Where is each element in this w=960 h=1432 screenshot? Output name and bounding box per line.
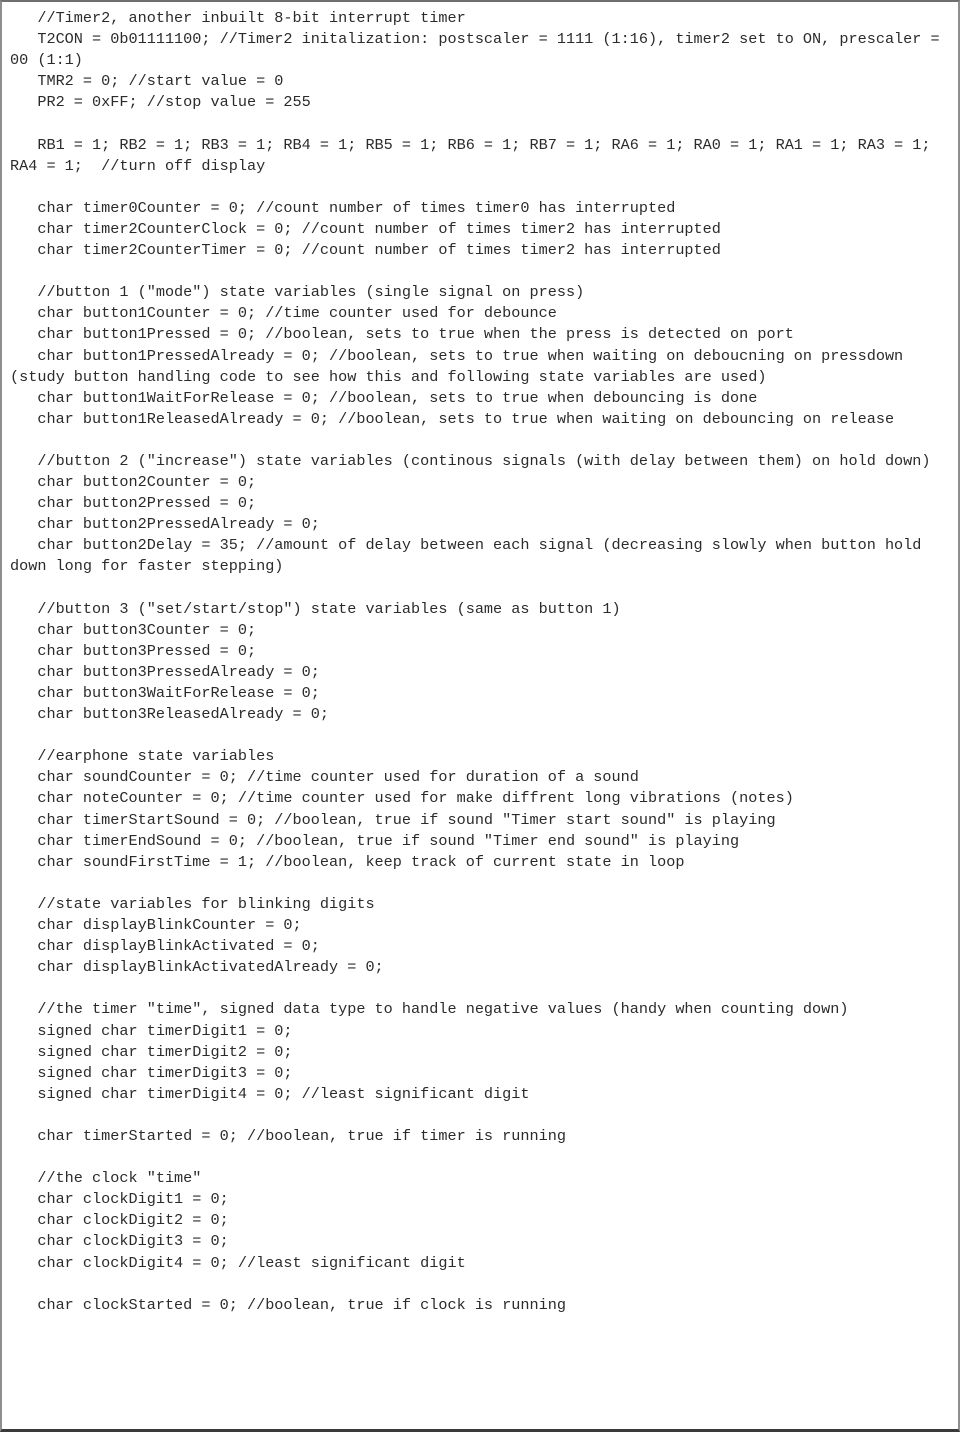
code-line: signed char timerDigit1 = 0; [10, 1021, 293, 1040]
code-line: TMR2 = 0; //start value = 0 [10, 72, 284, 91]
code-line: char button2PressedAlready = 0; [10, 515, 320, 534]
code-line: char clockDigit4 = 0; //least significan… [10, 1253, 466, 1272]
code-line: char button1PressedAlready = 0; //boolea… [10, 346, 913, 386]
code-line: char button1Pressed = 0; //boolean, sets… [10, 325, 794, 344]
code-line: char button3Counter = 0; [10, 620, 257, 639]
code-line: signed char timerDigit3 = 0; [10, 1063, 293, 1082]
code-line: //button 3 ("set/start/stop") state vari… [10, 599, 621, 618]
code-line: char button1WaitForRelease = 0; //boolea… [10, 388, 758, 407]
code-line: char button3Pressed = 0; [10, 641, 257, 660]
code-line: char button2Delay = 35; //amount of dela… [10, 536, 931, 576]
code-line: //the timer "time", signed data type to … [10, 1000, 849, 1019]
code-line: //the clock "time" [10, 1169, 202, 1188]
code-line: char button2Counter = 0; [10, 473, 257, 492]
code-line: char timerStarted = 0; //boolean, true i… [10, 1126, 566, 1145]
code-line: char soundFirstTime = 1; //boolean, keep… [10, 852, 685, 871]
code-line: char clockDigit2 = 0; [10, 1211, 229, 1230]
code-line: char noteCounter = 0; //time counter use… [10, 789, 794, 808]
code-line: char timerEndSound = 0; //boolean, true … [10, 831, 740, 850]
code-listing-page: //Timer2, another inbuilt 8-bit interrup… [0, 0, 960, 1432]
code-line: char displayBlinkActivatedAlready = 0; [10, 958, 384, 977]
code-line: PR2 = 0xFF; //stop value = 255 [10, 93, 311, 112]
code-line: //state variables for blinking digits [10, 894, 375, 913]
code-line: char displayBlinkActivated = 0; [10, 937, 320, 956]
code-line: //earphone state variables [10, 747, 275, 766]
code-line: char timer2CounterTimer = 0; //count num… [10, 241, 721, 260]
code-line: char clockStarted = 0; //boolean, true i… [10, 1295, 566, 1314]
code-line: char timer2CounterClock = 0; //count num… [10, 219, 721, 238]
code-line: char button3PressedAlready = 0; [10, 662, 320, 681]
code-line: char clockDigit1 = 0; [10, 1190, 229, 1209]
code-line: char button1Counter = 0; //time counter … [10, 304, 557, 323]
code-line: signed char timerDigit4 = 0; //least sig… [10, 1084, 530, 1103]
code-line: char button1ReleasedAlready = 0; //boole… [10, 409, 895, 428]
code-line: char soundCounter = 0; //time counter us… [10, 768, 639, 787]
code-line: //button 2 ("increase") state variables … [10, 451, 931, 470]
code-line: char timerStartSound = 0; //boolean, tru… [10, 810, 776, 829]
code-line: char clockDigit3 = 0; [10, 1232, 229, 1251]
code-line: //button 1 ("mode") state variables (sin… [10, 283, 585, 302]
code-line: char displayBlinkCounter = 0; [10, 916, 302, 935]
code-line: char button3ReleasedAlready = 0; [10, 705, 329, 724]
code-line: T2CON = 0b01111100; //Timer2 initalizati… [10, 30, 949, 70]
code-block: //Timer2, another inbuilt 8-bit interrup… [10, 8, 950, 1316]
code-line: //Timer2, another inbuilt 8-bit interrup… [10, 9, 466, 27]
code-line: char timer0Counter = 0; //count number o… [10, 198, 676, 217]
code-line: signed char timerDigit2 = 0; [10, 1042, 293, 1061]
code-line: RB1 = 1; RB2 = 1; RB3 = 1; RB4 = 1; RB5 … [10, 135, 940, 175]
code-line: char button3WaitForRelease = 0; [10, 684, 320, 702]
code-line: char button2Pressed = 0; [10, 494, 257, 513]
